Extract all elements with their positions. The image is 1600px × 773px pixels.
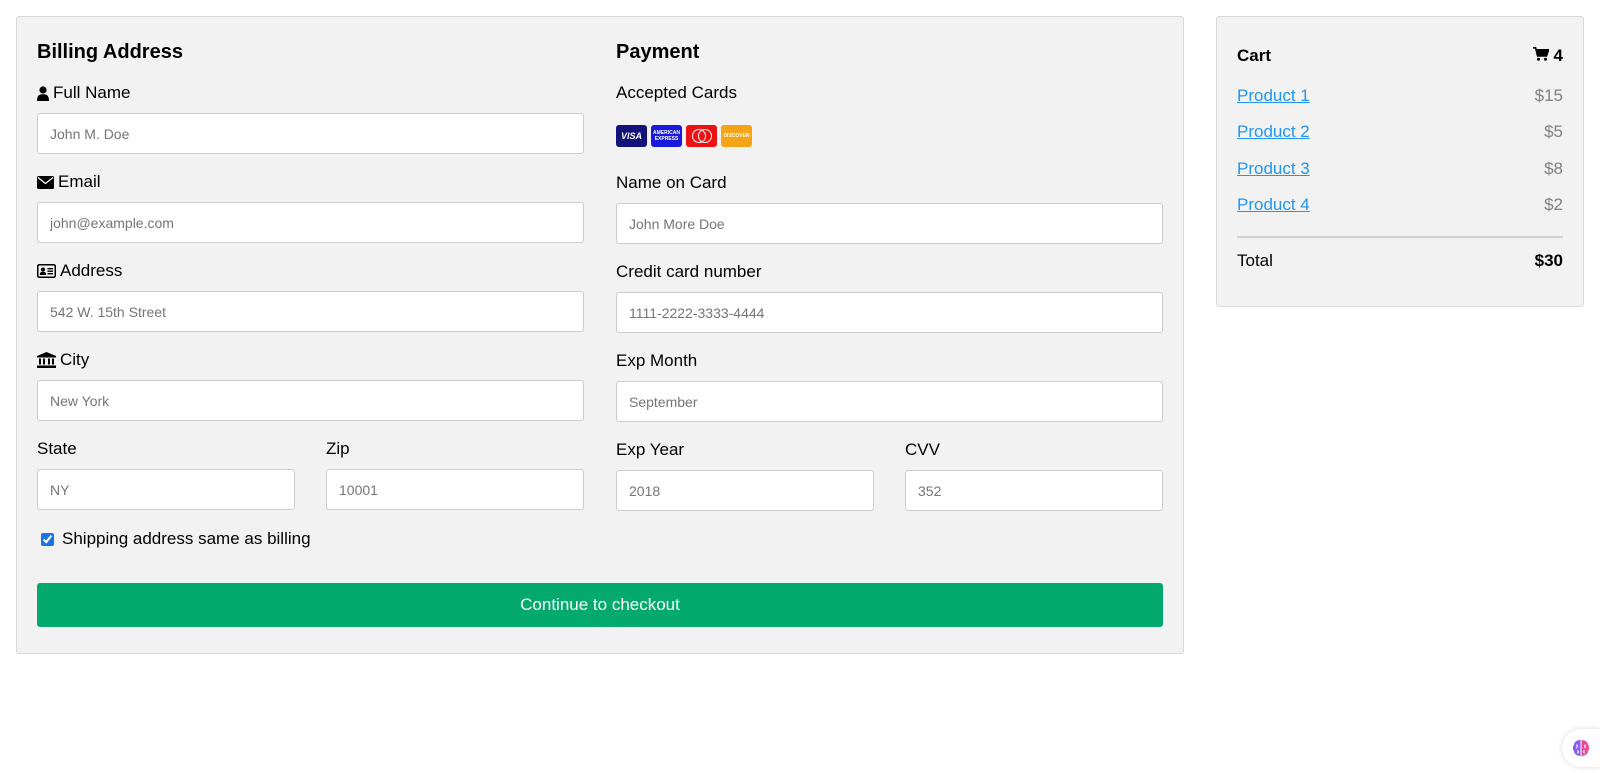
cart-total-label: Total: [1237, 251, 1273, 270]
cart-total-row: Total $30: [1237, 251, 1563, 271]
cart-item-price: $15: [1534, 86, 1563, 105]
exp-year-label: Exp Year: [616, 440, 685, 459]
cart-item-link[interactable]: Product 3: [1237, 159, 1310, 179]
cart-count-value: 4: [1553, 46, 1563, 65]
address-label: Address: [37, 261, 122, 281]
cart-item: Product 4 $2: [1237, 195, 1563, 215]
assistant-brain-icon[interactable]: [1562, 729, 1600, 767]
accepted-cards: VISA AMERICAN EXPRESS DISCOVER: [616, 125, 752, 147]
full-name-input[interactable]: [37, 113, 584, 154]
cart-item: Product 3 $8: [1237, 159, 1563, 179]
cart-item-link[interactable]: Product 1: [1237, 86, 1310, 106]
cart-panel: Cart 4 Product 1 $15 Product 2 $5 Produc…: [1216, 16, 1584, 307]
discover-card-icon: DISCOVER: [721, 125, 752, 147]
amex-card-icon: AMERICAN EXPRESS: [651, 125, 682, 147]
cart-count: 4: [1532, 46, 1563, 66]
name-on-card-input[interactable]: [616, 203, 1163, 244]
cart-item: Product 1 $15: [1237, 86, 1563, 106]
full-name-label: Full Name: [37, 83, 130, 103]
checkout-form-panel: Billing Address Full Name Email Address: [16, 16, 1184, 654]
shipping-same-checkbox[interactable]: [41, 532, 54, 546]
email-label: Email: [37, 172, 101, 192]
visa-card-icon: VISA: [616, 125, 647, 147]
state-input[interactable]: [37, 469, 295, 510]
cart-item-link[interactable]: Product 4: [1237, 195, 1310, 215]
mastercard-icon: [686, 125, 717, 147]
shipping-same-label: Shipping address same as billing: [62, 529, 311, 548]
payment-title: Payment: [616, 41, 700, 63]
shipping-same-row[interactable]: Shipping address same as billing: [37, 529, 311, 549]
billing-title: Billing Address: [37, 41, 183, 63]
user-icon: [37, 85, 49, 101]
cart-item-price: $8: [1544, 159, 1563, 178]
city-input[interactable]: [37, 380, 584, 421]
card-number-label: Credit card number: [616, 262, 762, 281]
cart-item-price: $2: [1544, 195, 1563, 214]
shopping-cart-icon: [1532, 46, 1550, 66]
cvv-label: CVV: [905, 440, 940, 459]
exp-month-input[interactable]: [616, 381, 1163, 422]
cart-item-price: $5: [1544, 122, 1563, 141]
card-number-input[interactable]: [616, 292, 1163, 333]
zip-input[interactable]: [326, 469, 584, 510]
exp-year-input[interactable]: [616, 470, 874, 511]
envelope-icon: [37, 175, 54, 189]
institution-icon: [37, 352, 56, 368]
email-input[interactable]: [37, 202, 584, 243]
cart-divider: [1237, 236, 1563, 238]
cart-total-value: $30: [1534, 251, 1563, 270]
name-on-card-label: Name on Card: [616, 173, 727, 192]
cart-title: Cart: [1237, 46, 1272, 65]
accepted-cards-label: Accepted Cards: [616, 83, 737, 102]
zip-label: Zip: [326, 439, 350, 458]
cart-item-link[interactable]: Product 2: [1237, 122, 1310, 142]
state-label: State: [37, 439, 77, 458]
address-card-icon: [37, 264, 56, 278]
address-input[interactable]: [37, 291, 584, 332]
cart-item: Product 2 $5: [1237, 122, 1563, 142]
city-label: City: [37, 350, 89, 370]
cart-header: Cart 4: [1237, 46, 1563, 66]
exp-month-label: Exp Month: [616, 351, 698, 370]
continue-to-checkout-button[interactable]: Continue to checkout: [37, 583, 1163, 627]
cvv-input[interactable]: [905, 470, 1163, 511]
